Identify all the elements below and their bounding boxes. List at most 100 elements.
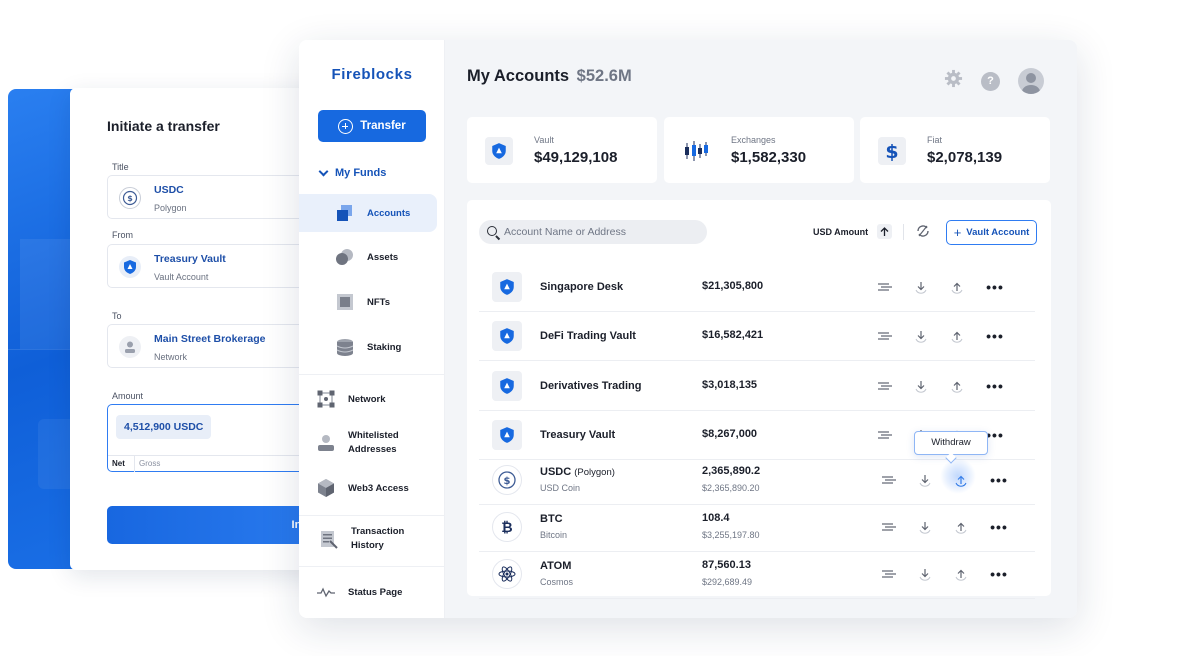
account-name-text: DeFi Trading Vault bbox=[540, 330, 636, 342]
amount-mode-gross[interactable]: Gross bbox=[139, 459, 160, 468]
sidebar-divider bbox=[299, 566, 445, 567]
table-row[interactable]: Derivatives Trading $3,018,135 ••• bbox=[479, 362, 1035, 411]
vault-shield-icon bbox=[119, 256, 141, 278]
arrow-down-icon bbox=[915, 282, 927, 294]
refresh-icon[interactable] bbox=[916, 224, 930, 238]
my-funds-label: My Funds bbox=[335, 167, 387, 179]
table-row[interactable]: Singapore Desk $21,305,800 ••• bbox=[479, 263, 1035, 312]
deposit-button[interactable] bbox=[916, 565, 934, 583]
deposit-button[interactable] bbox=[916, 518, 934, 536]
history-icon bbox=[319, 529, 339, 549]
sidebar-item-transaction-history[interactable]: Transaction History bbox=[299, 520, 445, 558]
details-button[interactable] bbox=[876, 278, 894, 296]
toolbar-divider bbox=[903, 224, 904, 240]
sidebar-item-network[interactable]: Network bbox=[299, 380, 445, 418]
add-vault-account-button[interactable]: + Vault Account bbox=[946, 220, 1037, 245]
sidebar-item-web3-access[interactable]: Web3 Access bbox=[299, 469, 445, 507]
stat-value: $1,582,330 bbox=[731, 149, 807, 166]
amount-mode-divider bbox=[134, 456, 135, 472]
details-button[interactable] bbox=[876, 327, 894, 345]
more-options-icon[interactable]: ••• bbox=[990, 565, 1008, 583]
stat-card-vault[interactable]: Vault $49,129,108 bbox=[467, 117, 657, 183]
sidebar-item-label: Network bbox=[348, 393, 386, 405]
deposit-button[interactable] bbox=[912, 377, 930, 395]
gear-icon[interactable] bbox=[944, 69, 963, 93]
account-balance: $16,582,421 bbox=[702, 329, 764, 341]
amount-field-label: Amount bbox=[112, 391, 144, 401]
more-options-icon[interactable]: ••• bbox=[986, 327, 1004, 345]
balance-usd: $292,689.49 bbox=[702, 577, 753, 587]
account-name-text: BTC bbox=[540, 513, 563, 525]
details-button[interactable] bbox=[880, 565, 898, 583]
help-icon[interactable]: ? bbox=[981, 71, 1000, 91]
more-options-icon[interactable]: ••• bbox=[986, 377, 1004, 395]
arrow-down-icon bbox=[915, 331, 927, 343]
withdraw-button[interactable] bbox=[948, 278, 966, 296]
sidebar-item-assets[interactable]: Assets bbox=[299, 238, 445, 276]
from-account-name: Treasury Vault bbox=[154, 253, 226, 265]
sort-direction-button[interactable] bbox=[877, 224, 892, 239]
more-options-icon[interactable]: ••• bbox=[990, 518, 1008, 536]
details-button[interactable] bbox=[880, 518, 898, 536]
initiate-transfer-button[interactable]: Initiate bbox=[107, 506, 320, 544]
details-button[interactable] bbox=[880, 471, 898, 489]
sidebar-item-status-page[interactable]: Status Page bbox=[299, 573, 445, 611]
table-row[interactable]: DeFi Trading Vault $16,582,421 ••• bbox=[479, 312, 1035, 361]
svg-text:$: $ bbox=[504, 476, 511, 487]
deposit-button[interactable] bbox=[912, 278, 930, 296]
amount-input[interactable]: 4,512,900 USDC Net Gross bbox=[107, 404, 320, 472]
details-button[interactable] bbox=[876, 426, 894, 444]
sidebar-divider bbox=[299, 515, 445, 516]
more-options-icon[interactable]: ••• bbox=[986, 278, 1004, 296]
sidebar-item-nfts[interactable]: NFTs bbox=[299, 283, 445, 321]
search-input[interactable]: Account Name or Address bbox=[479, 220, 707, 244]
search-placeholder: Account Name or Address bbox=[504, 226, 626, 238]
to-select[interactable]: Main Street Brokerage Network bbox=[107, 324, 320, 368]
staking-icon bbox=[335, 337, 355, 357]
withdraw-button[interactable] bbox=[952, 518, 970, 536]
stat-card-exchanges[interactable]: Exchanges $1,582,330 bbox=[664, 117, 854, 183]
asset-field-label: Title bbox=[112, 162, 129, 172]
sidebar-item-staking[interactable]: Staking bbox=[299, 328, 445, 366]
more-options-icon[interactable]: ••• bbox=[986, 426, 1004, 444]
fireblocks-window: Fireblocks Transfer My Funds Accounts As… bbox=[299, 40, 1077, 618]
network-contact-icon bbox=[119, 336, 141, 358]
balance-usd: $2,365,890.20 bbox=[702, 483, 760, 493]
svg-text:$: $ bbox=[127, 194, 133, 203]
avatar[interactable] bbox=[1018, 68, 1044, 94]
my-funds-section-toggle[interactable]: My Funds bbox=[318, 166, 387, 179]
arrow-up-icon bbox=[880, 226, 889, 236]
withdraw-button[interactable] bbox=[948, 377, 966, 395]
amount-mode-net[interactable]: Net bbox=[112, 459, 125, 468]
stat-card-fiat[interactable]: $ Fiat $2,078,139 bbox=[860, 117, 1050, 183]
list-icon bbox=[882, 523, 896, 531]
account-balance: $21,305,800 bbox=[702, 280, 764, 292]
withdraw-tooltip: Withdraw bbox=[914, 431, 988, 455]
asset-select[interactable]: $ USDC Polygon bbox=[107, 175, 320, 219]
vault-shield-icon bbox=[492, 272, 522, 302]
arrow-up-icon bbox=[951, 381, 963, 393]
arrow-down-icon bbox=[915, 381, 927, 393]
account-name: USDC (Polygon) bbox=[540, 466, 615, 478]
whitelist-icon bbox=[316, 433, 336, 453]
withdraw-button[interactable] bbox=[952, 565, 970, 583]
network-icon bbox=[316, 389, 336, 409]
from-select[interactable]: Treasury Vault Vault Account bbox=[107, 244, 320, 288]
stat-label: Fiat bbox=[927, 135, 943, 145]
more-options-icon[interactable]: ••• bbox=[990, 471, 1008, 489]
deposit-button[interactable] bbox=[916, 471, 934, 489]
account-chain: (Polygon) bbox=[574, 467, 615, 478]
stat-value: $49,129,108 bbox=[534, 149, 618, 166]
transfer-button[interactable]: Transfer bbox=[318, 110, 426, 142]
sidebar: Fireblocks Transfer My Funds Accounts As… bbox=[299, 40, 445, 618]
sidebar-item-accounts[interactable]: Accounts bbox=[299, 194, 437, 232]
stat-label: Vault bbox=[534, 135, 554, 145]
withdraw-button[interactable] bbox=[948, 327, 966, 345]
to-field-label: To bbox=[112, 311, 122, 321]
sidebar-item-whitelisted-addresses[interactable]: Whitelisted Addresses bbox=[299, 424, 445, 462]
details-button[interactable] bbox=[876, 377, 894, 395]
account-balance: $3,018,135 bbox=[702, 379, 758, 391]
table-row[interactable]: ₿ BTC Bitcoin 108.4 $3,255,197.80 ••• bbox=[479, 503, 1035, 552]
table-row[interactable]: ATOM Cosmos 87,560.13 $292,689.49 ••• bbox=[479, 550, 1035, 599]
deposit-button[interactable] bbox=[912, 327, 930, 345]
